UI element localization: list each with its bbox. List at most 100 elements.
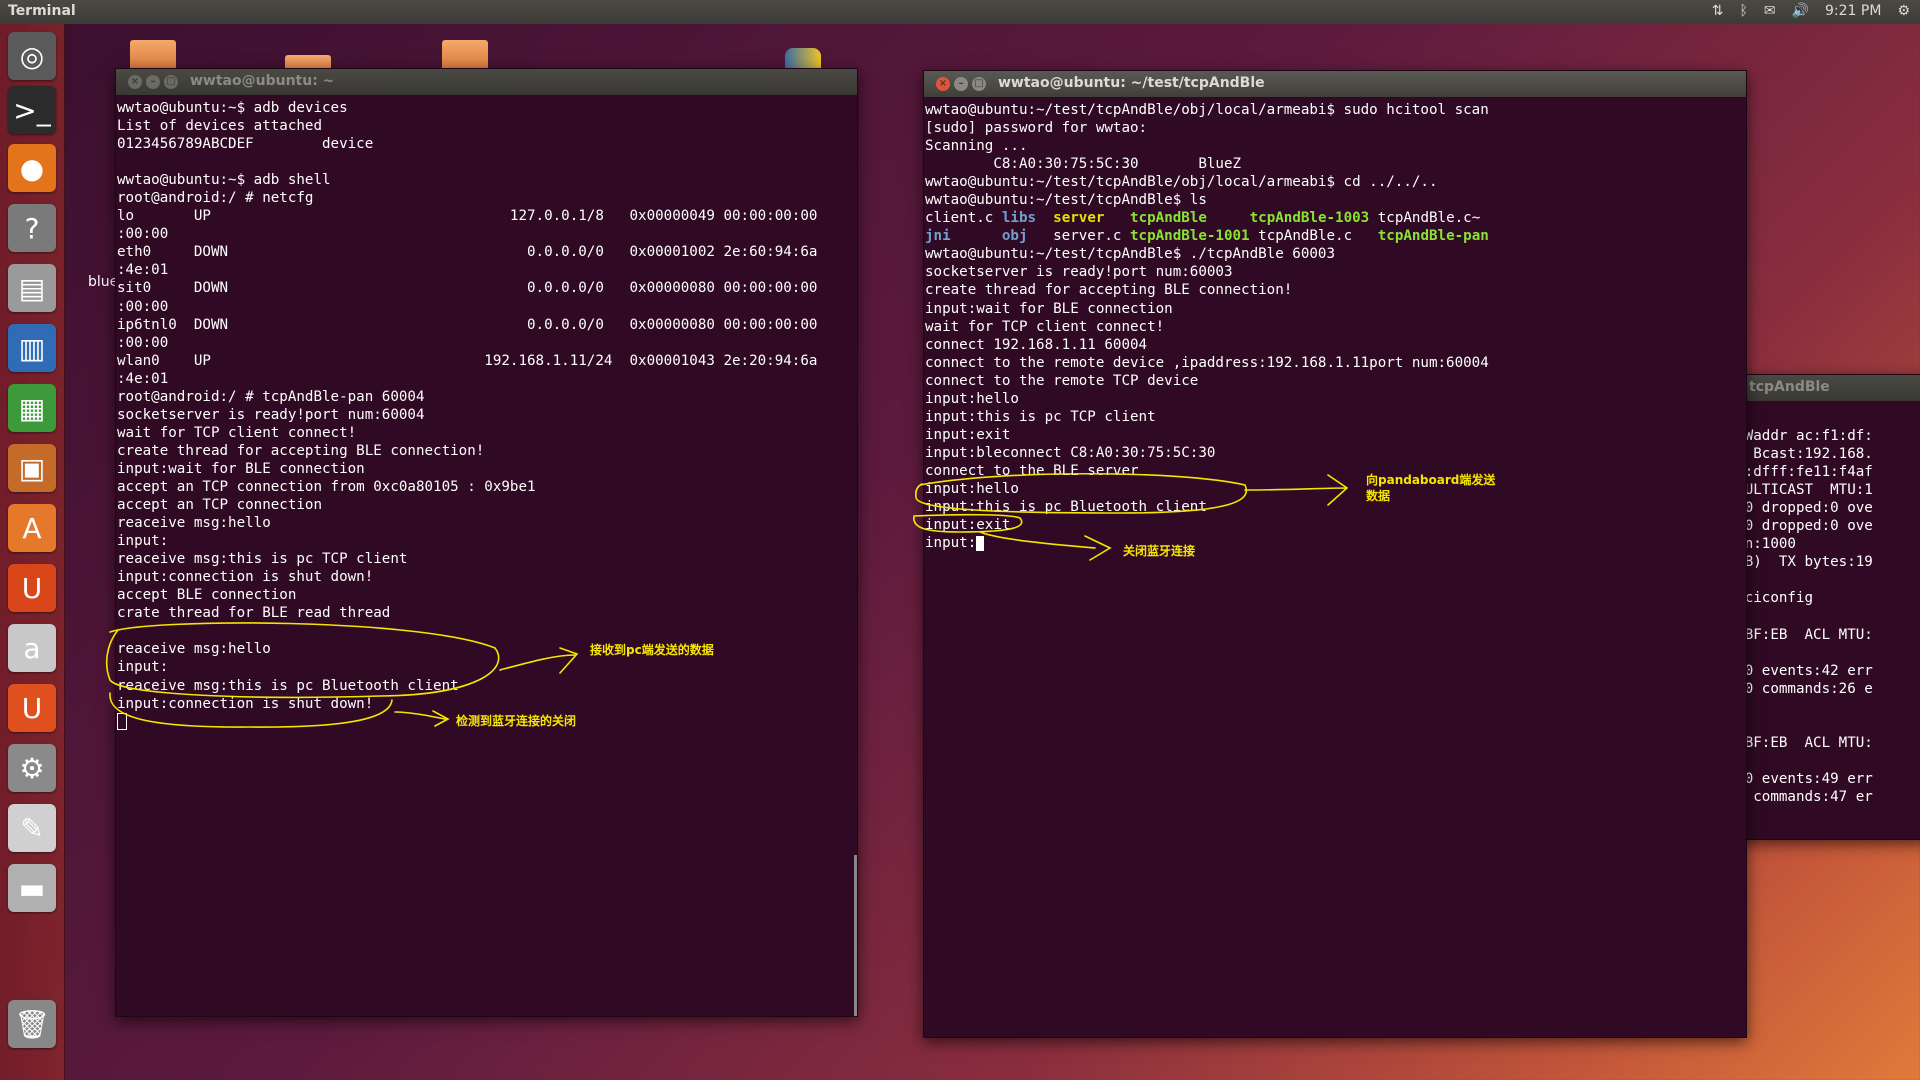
terminal-line: input:hello bbox=[925, 390, 1019, 407]
terminal-line: accept BLE connection bbox=[117, 587, 297, 604]
terminal-icon[interactable]: >_ bbox=[8, 86, 56, 134]
ls-entry: client.c bbox=[925, 210, 994, 227]
close-button[interactable]: × bbox=[936, 77, 950, 91]
terminal-line: input:exit bbox=[925, 517, 1011, 534]
system-tray: ⇅ ᛒ ✉ 🔊 9:21 PM ⚙ bbox=[1712, 3, 1910, 19]
firefox-icon[interactable]: ● bbox=[8, 144, 56, 192]
maximize-button[interactable]: □ bbox=[972, 77, 986, 91]
terminal-line: List of devices attached bbox=[117, 118, 322, 135]
terminal-output[interactable]: wwtao@ubuntu:~$ adb devices List of devic… bbox=[117, 95, 856, 1016]
terminal-line: wait for TCP client connect! bbox=[117, 424, 357, 441]
terminal-line: create thread for accepting BLE connecti… bbox=[925, 282, 1293, 299]
system-settings-icon[interactable]: ⚙ bbox=[8, 744, 56, 792]
terminal-line: input:wait for BLE connection bbox=[925, 300, 1173, 317]
terminal-line: reaceive msg:this is pc Bluetooth client bbox=[117, 677, 459, 694]
terminal-line: Scanning ... bbox=[925, 138, 1028, 155]
ls-entry: jni bbox=[925, 228, 951, 245]
annotation-label: 向pandaboard端发送数据 bbox=[1366, 473, 1496, 503]
ls-output-row: client.c libs server tcpAndBle tcpAndBle… bbox=[925, 209, 1743, 227]
close-button[interactable]: × bbox=[128, 75, 142, 89]
maximize-button[interactable]: □ bbox=[164, 75, 178, 89]
disk-icon[interactable]: ▬ bbox=[8, 864, 56, 912]
terminal-line: input:connection is shut down! bbox=[117, 569, 374, 586]
terminal-line: wait for TCP client connect! bbox=[925, 318, 1165, 335]
terminal-line: input: bbox=[925, 534, 1743, 552]
minimize-button[interactable]: – bbox=[954, 77, 968, 91]
terminal-line: connect to the remote TCP device bbox=[925, 372, 1199, 389]
left-terminal-window: × – □ wwtao@ubuntu: ~ wwtao@ubuntu:~$ ad… bbox=[115, 68, 858, 1017]
terminal-line: wwtao@ubuntu:~/test/tcpAndBle$ ls bbox=[925, 192, 1207, 209]
impress-icon[interactable]: ▣ bbox=[8, 444, 56, 492]
terminal-output[interactable]: wwtao@ubuntu:~/test/tcpAndBle/obj/local/… bbox=[925, 97, 1745, 1037]
ls-entry: tcpAndBle.c bbox=[1258, 228, 1353, 245]
window-title: wwtao@ubuntu: ~ bbox=[190, 73, 335, 89]
terminal-line: 0123456789ABCDEF device bbox=[117, 136, 374, 153]
terminal-line: input: bbox=[117, 533, 169, 550]
volume-icon[interactable]: 🔊 bbox=[1792, 3, 1809, 19]
network-icon[interactable]: ⇅ bbox=[1712, 3, 1724, 19]
terminal-line: :4e:01 bbox=[117, 262, 169, 279]
clock[interactable]: 9:21 PM bbox=[1825, 3, 1881, 19]
ubuntu-one-music-icon[interactable]: U bbox=[8, 684, 56, 732]
software-center-icon[interactable]: A bbox=[8, 504, 56, 552]
terminal-line: wwtao@ubuntu:~$ adb shell bbox=[117, 172, 331, 189]
top-panel: Terminal ⇅ ᛒ ✉ 🔊 9:21 PM ⚙ bbox=[0, 0, 1920, 24]
mail-icon[interactable]: ✉ bbox=[1764, 3, 1776, 19]
ls-entry: tcpAndBle.c~ bbox=[1377, 210, 1481, 227]
terminal-line: crate thread for BLE read thread bbox=[117, 605, 391, 622]
trash-icon[interactable]: 🗑 bbox=[8, 1000, 56, 1048]
window-title: wwtao@ubuntu: ~/test/tcpAndBle bbox=[998, 75, 1265, 91]
desktop-item-label: blue bbox=[88, 274, 119, 290]
terminal-line: eth0 DOWN 0.0.0.0/0 0x00001002 2e:60:94:… bbox=[117, 244, 818, 261]
minimize-button[interactable]: – bbox=[146, 75, 160, 89]
terminal-line: reaceive msg:this is pc TCP client bbox=[117, 551, 408, 568]
terminal-line: input:wait for BLE connection bbox=[117, 460, 365, 477]
ls-entry: server.c bbox=[1053, 228, 1122, 245]
ls-entry: libs bbox=[1001, 210, 1037, 227]
amazon-icon[interactable]: a bbox=[8, 624, 56, 672]
terminal-line: wwtao@ubuntu:~$ adb devices bbox=[117, 100, 348, 116]
text-editor-icon[interactable]: ✎ bbox=[8, 804, 56, 852]
writer-icon[interactable]: ▥ bbox=[8, 324, 56, 372]
terminal-line: create thread for accepting BLE connecti… bbox=[117, 442, 485, 459]
annotation-label: 检测到蓝牙连接的关闭 bbox=[456, 714, 577, 728]
terminal-line: input:connection is shut down! bbox=[117, 695, 374, 712]
terminal-line: connect to the remote device ,ipaddress:… bbox=[925, 354, 1489, 371]
scrollbar[interactable] bbox=[854, 855, 857, 1016]
ubuntu-dash-icon[interactable]: ◎ bbox=[8, 32, 56, 80]
window-title: tcpAndBle bbox=[1749, 379, 1830, 395]
files-icon[interactable]: ▤ bbox=[8, 264, 56, 312]
terminal-line: :4e:01 bbox=[117, 370, 169, 387]
ls-output-row: jni obj server.c tcpAndBle-1001 tcpAndBl… bbox=[925, 227, 1743, 245]
window-titlebar[interactable]: × – □ wwtao@ubuntu: ~/test/tcpAndBle bbox=[924, 71, 1746, 97]
terminal-line: lo UP 127.0.0.1/8 0x00000049 00:00:00:00 bbox=[117, 208, 818, 225]
terminal-line: input:this is pc TCP client bbox=[925, 408, 1156, 425]
terminal-line: wwtao@ubuntu:~/test/tcpAndBle$ ./tcpAndB… bbox=[925, 246, 1335, 263]
terminal-line: connect to the BLE server bbox=[925, 462, 1139, 479]
terminal-cursor bbox=[976, 536, 985, 552]
ls-entry: server bbox=[1053, 210, 1105, 227]
terminal-line: reaceive msg:hello bbox=[117, 641, 271, 658]
window-titlebar[interactable]: × – □ wwtao@ubuntu: ~ bbox=[116, 69, 857, 95]
terminal-line: C8:A0:30:75:5C:30 BlueZ bbox=[925, 156, 1242, 173]
annotation-label: 关闭蓝牙连接 bbox=[1123, 544, 1196, 558]
terminal-line: reaceive msg:hello bbox=[117, 515, 271, 532]
active-app-title: Terminal bbox=[8, 3, 76, 19]
launcher: ◎ >_ ●? ▤ ▥ ▦ ▣ A Ua U ⚙ ✎ ▬ 🗑 bbox=[0, 24, 65, 1080]
ls-entry: tcpAndBle-1003 bbox=[1249, 210, 1370, 227]
annotation-label: 接收到pc端发送的数据 bbox=[590, 643, 714, 657]
ls-entry: tcpAndBle bbox=[1130, 210, 1207, 227]
gear-icon[interactable]: ⚙ bbox=[1897, 3, 1910, 19]
terminal-line: :00:00 bbox=[117, 298, 169, 315]
terminal-line: socketserver is ready!port num:60003 bbox=[925, 264, 1233, 281]
bluetooth-icon[interactable]: ᛒ bbox=[1739, 3, 1747, 19]
terminal-line: accept an TCP connection from 0xc0a80105… bbox=[117, 478, 536, 495]
terminal-line: :00:00 bbox=[117, 334, 169, 351]
ubuntu-one-icon[interactable]: U bbox=[8, 564, 56, 612]
right-terminal-window: × – □ wwtao@ubuntu: ~/test/tcpAndBle wwt… bbox=[923, 70, 1747, 1038]
calc-icon[interactable]: ▦ bbox=[8, 384, 56, 432]
help-icon[interactable]: ? bbox=[8, 204, 56, 252]
ls-entry: tcpAndBle-1001 bbox=[1130, 228, 1250, 245]
